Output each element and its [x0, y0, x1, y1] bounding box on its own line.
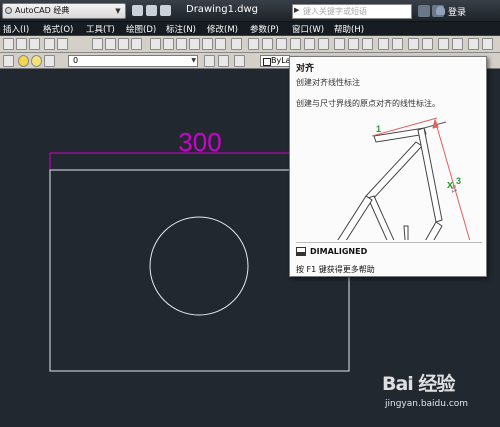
tooltip-subtitle: 创建对齐线性标注: [296, 78, 360, 87]
dim-jogged-icon[interactable]: [318, 38, 329, 50]
layer-dropdown[interactable]: 0 ▼: [68, 55, 198, 67]
circle-shape: [149, 216, 249, 316]
menu-item-window[interactable]: 窗口(W): [292, 23, 324, 35]
dim-diameter-icon[interactable]: [334, 38, 345, 50]
jogged-linear-icon[interactable]: [482, 38, 493, 50]
current-layer-label: 0: [73, 56, 79, 65]
pan-icon[interactable]: [92, 38, 103, 50]
open-icon[interactable]: [16, 38, 27, 50]
menu-item-modify[interactable]: 修改(M): [207, 23, 238, 35]
dim-angular-icon[interactable]: [348, 38, 359, 50]
linetype-dropdown[interactable]: ByLay: [260, 55, 290, 67]
title-bar: AutoCAD 经典 ▼ Drawing1.dwg ▶ 键入关键字或短语 登录: [0, 0, 500, 22]
make-current-icon[interactable]: [204, 55, 215, 67]
tooltip-divider: [296, 242, 482, 243]
standard-toolbar: [0, 36, 500, 53]
command-tooltip: 对齐 创建对齐线性标注 创建与尺寸界线的原点对齐的线性标注。 .51 x 1 3…: [289, 56, 487, 277]
document-title: Drawing1.dwg: [186, 4, 258, 15]
calculator-icon[interactable]: [215, 38, 226, 50]
linetype-label: ByLay: [271, 56, 289, 65]
dim-break-icon[interactable]: [422, 38, 433, 50]
dim-baseline-icon[interactable]: [378, 38, 389, 50]
tolerance-icon[interactable]: [438, 38, 449, 50]
menu-item-dimension[interactable]: 标注(N): [166, 23, 196, 35]
quick-dim-icon[interactable]: [362, 38, 373, 50]
workspace-gear-icon: [5, 7, 12, 14]
menu-item-tools[interactable]: 工具(T): [86, 23, 115, 35]
menu-bar: 插入(I) 格式(O) 工具(T) 绘图(D) 标注(N) 修改(M) 参数(P…: [0, 22, 500, 36]
tool-palettes-icon[interactable]: [176, 38, 187, 50]
workspace-dropdown[interactable]: AutoCAD 经典 ▼: [2, 3, 126, 19]
tooltip-help-text: 按 F1 键获得更多帮助: [296, 265, 375, 274]
dim-space-icon[interactable]: [408, 38, 419, 50]
properties-icon[interactable]: [150, 38, 161, 50]
undo-icon[interactable]: [44, 38, 55, 50]
menu-item-parametric[interactable]: 参数(P): [250, 23, 279, 35]
search-placeholder: 键入关键字或短语: [303, 7, 367, 16]
layer-previous-icon[interactable]: [218, 55, 229, 67]
dim-aligned-icon[interactable]: [262, 38, 273, 50]
open-file-icon[interactable]: [146, 5, 157, 16]
zoom-icon[interactable]: [105, 38, 116, 50]
inspect-icon[interactable]: [468, 38, 479, 50]
dim-continue-icon[interactable]: [392, 38, 403, 50]
chevron-down-icon: ▼: [115, 7, 121, 15]
dim-arc-icon[interactable]: [276, 38, 287, 50]
menu-item-draw[interactable]: 绘图(D): [126, 23, 156, 35]
center-mark-icon[interactable]: [452, 38, 463, 50]
dim-ordinate-icon[interactable]: [290, 38, 301, 50]
dim-linear-icon[interactable]: [248, 38, 259, 50]
watermark-url: jingyan.baidu.com: [385, 399, 469, 409]
tooltip-description: 创建与尺寸界线的原点对齐的线性标注。: [296, 99, 440, 108]
lock-icon[interactable]: [44, 55, 55, 67]
watermark-logo-text: Bai 经验: [382, 373, 455, 395]
new-icon[interactable]: [3, 38, 14, 50]
lightbulb-icon[interactable]: [18, 55, 29, 67]
menu-item-insert[interactable]: 插入(I): [3, 23, 29, 35]
menu-item-help[interactable]: 帮助(H): [334, 23, 364, 35]
zoom-window-icon[interactable]: [118, 38, 129, 50]
autocad-window: { "titlebar": { "workspace": "AutoCAD 经典…: [0, 0, 500, 427]
redo-icon[interactable]: [57, 38, 68, 50]
save-file-icon[interactable]: [160, 5, 171, 16]
baidu-watermark: Bai 经验 jingyan.baidu.com: [382, 369, 500, 427]
menu-item-format[interactable]: 格式(O): [43, 23, 73, 35]
tooltip-command-name: DIMALIGNED: [310, 247, 368, 256]
color-control-icon[interactable]: [234, 55, 245, 67]
zoom-previous-icon[interactable]: [131, 38, 142, 50]
figure-label-1: 1: [376, 124, 381, 134]
svg-text:x: x: [447, 179, 454, 191]
command-line-icon: [296, 247, 306, 256]
binoculars-icon[interactable]: [418, 5, 430, 17]
aligned-dimension-illustration: .51 x 1 2 3: [296, 116, 482, 240]
login-button[interactable]: 登录: [435, 5, 466, 18]
save-icon[interactable]: [29, 38, 40, 50]
dimension-text: 300: [178, 127, 221, 157]
new-file-icon[interactable]: [132, 5, 143, 16]
design-center-icon[interactable]: [163, 38, 174, 50]
dim-radius-icon[interactable]: [304, 38, 315, 50]
sun-icon[interactable]: [31, 55, 42, 67]
tooltip-title: 对齐: [296, 64, 315, 74]
layer-properties-icon[interactable]: [3, 55, 14, 67]
search-arrow-icon: ▶: [294, 6, 300, 14]
chevron-down-icon: ▼: [191, 57, 196, 64]
workspace-label: AutoCAD 经典: [15, 6, 70, 15]
figure-label-3: 3: [456, 176, 461, 186]
help-icon[interactable]: [231, 38, 242, 50]
markup-icon[interactable]: [202, 38, 213, 50]
sheet-set-icon[interactable]: [189, 38, 200, 50]
search-input[interactable]: ▶ 键入关键字或短语: [292, 4, 412, 19]
